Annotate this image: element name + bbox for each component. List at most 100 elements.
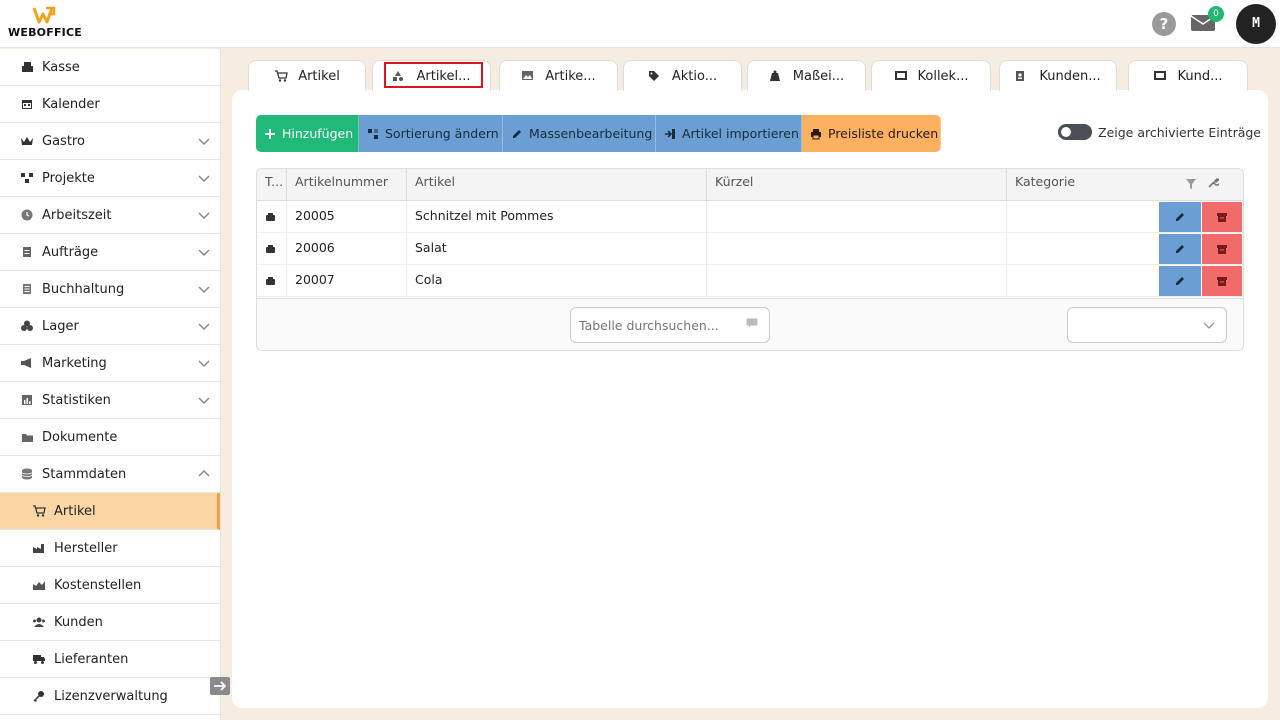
add-button-label: Hinzufügen	[282, 126, 354, 141]
edit-button[interactable]	[1159, 234, 1201, 264]
sidebar-item-statistiken[interactable]: Statistiken	[0, 382, 220, 419]
user-avatar[interactable]: M	[1236, 4, 1276, 44]
sort-button[interactable]: Sortierung ändern	[359, 115, 503, 152]
archive-icon	[1217, 244, 1227, 254]
sidebar-item-buchhaltung[interactable]: Buchhaltung	[0, 271, 220, 308]
sidebar-item-kalender[interactable]: Kalender	[0, 86, 220, 123]
sidebar-item-arbeitszeit[interactable]: Arbeitszeit	[0, 197, 220, 234]
tab-label: Kollek...	[917, 68, 969, 84]
warehouse-icon	[20, 319, 34, 333]
tab-highlight-box	[384, 62, 483, 88]
sidebar-item-projekte[interactable]: Projekte	[0, 160, 220, 197]
sidebar-subitem-hersteller[interactable]: Hersteller	[0, 530, 220, 567]
sidebar-subitem-lizenzverwaltung[interactable]: Lizenzverwaltung	[0, 678, 220, 715]
sidebar-item-label: Lieferanten	[54, 651, 129, 667]
print-pricelist-button[interactable]: Preisliste drucken	[802, 115, 941, 152]
help-button[interactable]: ?	[1152, 12, 1176, 36]
messages-button[interactable]: 0	[1190, 6, 1224, 36]
sidebar-item-label: Kostenstellen	[54, 577, 142, 593]
filter-icon[interactable]	[1185, 178, 1197, 190]
table-search-input[interactable]	[570, 307, 770, 343]
sort-button-label: Sortierung ändern	[385, 126, 499, 141]
pencil-icon	[511, 128, 523, 140]
chevron-down-icon	[198, 397, 210, 405]
cart-icon	[274, 70, 288, 82]
chevron-up-icon	[198, 469, 210, 477]
tab-artikel[interactable]: Artikel	[248, 60, 366, 91]
sidebar-item-label: Lizenzverwaltung	[54, 688, 168, 704]
sidebar-item-label: Kasse	[42, 59, 80, 75]
sidebar-item-gastro[interactable]: Gastro	[0, 123, 220, 160]
import-button[interactable]: Artikel importieren	[656, 115, 802, 152]
archive-button[interactable]	[1202, 234, 1242, 264]
sidebar-toggle-button[interactable]	[210, 677, 230, 695]
megaphone-icon	[20, 356, 34, 370]
edit-button[interactable]	[1159, 202, 1201, 232]
import-icon	[664, 128, 676, 140]
cart-icon	[32, 504, 46, 518]
tab-label: Kunden...	[1039, 68, 1101, 84]
tag-icon	[648, 70, 662, 82]
sidebar-item-label: Kalender	[42, 96, 100, 112]
archived-toggle[interactable]	[1058, 124, 1092, 140]
column-header-artikel[interactable]: Artikel	[407, 169, 707, 201]
users-icon	[32, 615, 46, 629]
sort-icon	[367, 128, 379, 140]
cell-kategorie	[1007, 201, 1159, 233]
sidebar-subitem-kunden[interactable]: Kunden	[0, 604, 220, 641]
sidebar-item-label: Kunden	[54, 614, 103, 630]
weight-icon	[769, 70, 783, 82]
sidebar-item-label: Hersteller	[54, 540, 118, 556]
tab-kollektionen[interactable]: Kollek...	[871, 60, 991, 91]
bulk-edit-button[interactable]: Massenbearbeitung	[503, 115, 656, 152]
wrench-icon[interactable]	[1207, 177, 1219, 189]
edit-button[interactable]	[1159, 266, 1201, 296]
sidebar-item-label: Arbeitszeit	[42, 207, 112, 223]
sidebar-subitem-lieferanten[interactable]: Lieferanten	[0, 641, 220, 678]
image-icon	[521, 70, 535, 82]
sidebar-item-marketing[interactable]: Marketing	[0, 345, 220, 382]
column-header-kuerzel[interactable]: Kürzel	[707, 169, 1007, 201]
chevron-down-icon	[198, 286, 210, 294]
sidebar-item-kasse[interactable]: Kasse	[0, 49, 220, 86]
tab-kundengruppen[interactable]: Kunden...	[999, 60, 1117, 91]
tab-artikelbilder[interactable]: Artike...	[499, 60, 618, 91]
add-button[interactable]: Hinzufügen	[256, 115, 359, 152]
folder-icon	[20, 430, 34, 444]
top-bar: WEBOFFICE ? 0 M	[0, 0, 1280, 48]
weboffice-logo[interactable]: WEBOFFICE	[8, 6, 82, 42]
archive-icon	[1217, 276, 1227, 286]
tab-aktionen[interactable]: Aktio...	[623, 60, 742, 91]
sidebar-item-dokumente[interactable]: Dokumente	[0, 419, 220, 456]
table-row[interactable]: 20007 Cola	[257, 265, 1243, 297]
tab-kundenkarten[interactable]: Kund...	[1128, 60, 1248, 91]
brand-name: WEBOFFICE	[8, 26, 82, 39]
product-icon	[266, 213, 275, 221]
chevron-down-icon	[198, 360, 210, 368]
printer-icon	[810, 128, 822, 140]
sidebar-item-label: Marketing	[42, 355, 107, 371]
cell-kuerzel	[707, 233, 1007, 265]
sidebar-item-lager[interactable]: Lager	[0, 308, 220, 345]
column-header-artikelnummer[interactable]: Artikelnummer	[287, 169, 407, 201]
sidebar: Kasse Kalender Gastro Projekte Arbeitsze…	[0, 49, 221, 720]
table-row[interactable]: 20005 Schnitzel mit Pommes	[257, 201, 1243, 233]
sidebar-subitem-kostenstellen[interactable]: Kostenstellen	[0, 567, 220, 604]
sidebar-item-auftraege[interactable]: Aufträge	[0, 234, 220, 271]
card-icon	[1153, 70, 1167, 82]
table-row[interactable]: 20006 Salat	[257, 233, 1243, 265]
archive-button[interactable]	[1202, 202, 1242, 232]
plus-icon	[264, 128, 276, 140]
archive-button[interactable]	[1202, 266, 1242, 296]
column-header-type[interactable]: T...	[257, 169, 287, 201]
sidebar-subitem-artikel[interactable]: Artikel	[0, 493, 220, 530]
sidebar-item-label: Aufträge	[42, 244, 99, 260]
tab-masseinheiten[interactable]: Maßei...	[747, 60, 866, 91]
toolbar: Hinzufügen Sortierung ändern Massenbearb…	[256, 115, 941, 152]
table-header: T... Artikelnummer Artikel Kürzel Katego…	[257, 169, 1243, 201]
sidebar-item-stammdaten[interactable]: Stammdaten	[0, 456, 220, 493]
document-icon	[20, 245, 34, 259]
row-type-cell	[257, 201, 287, 233]
cell-artikel: Schnitzel mit Pommes	[407, 201, 707, 233]
tab-label: Artike...	[545, 68, 596, 84]
